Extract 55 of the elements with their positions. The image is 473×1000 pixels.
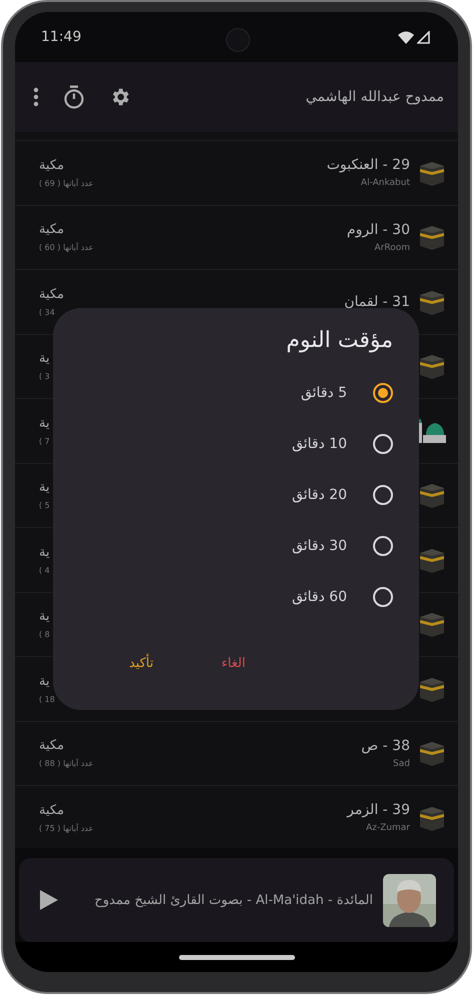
surah-title: 39 - الزمر [347, 802, 410, 818]
app-title: ممدوح عبدالله الهاشمي [306, 89, 444, 105]
signal-icon [417, 30, 430, 44]
surah-title: 30 - الروم [346, 222, 410, 238]
status-time: 11:49 [41, 29, 82, 45]
surah-name-latin: ArRoom [374, 242, 410, 253]
mosque-icon [416, 416, 446, 445]
more-icon[interactable] [33, 87, 39, 107]
verse-count: ( 8 [39, 630, 50, 640]
timer-option[interactable]: 20 دقائق [77, 469, 393, 520]
play-icon[interactable] [39, 889, 59, 911]
verse-count: عدد آياتها ( 75 ) [39, 824, 94, 833]
surah-type: مكية [39, 222, 64, 238]
surah-name-latin: Az-Zumar [366, 823, 410, 834]
surah-name-latin: Sad [393, 758, 410, 769]
now-playing-text: المائدة - Al-Ma'idah - بصوت القارئ الشيخ ممدوح [94, 892, 373, 908]
surah-type: مكية [39, 158, 64, 173]
surah-type: ية [39, 480, 50, 496]
timer-icon[interactable] [63, 85, 85, 109]
surah-type: ية [39, 416, 50, 431]
surah-title: 31 - لقمان [344, 294, 410, 310]
surah-title: 38 - ص [361, 738, 410, 754]
wifi-icon [398, 30, 414, 44]
cancel-button[interactable]: الغاء [218, 652, 250, 675]
surah-type: مكية [39, 286, 64, 302]
verse-count: ( 34 [39, 308, 55, 317]
verse-count: عدد آياتها ( 69 ) [39, 178, 94, 188]
camera-icon [226, 28, 250, 52]
surah-type: ية [39, 351, 50, 366]
timer-option[interactable]: 60 دقائق [77, 571, 393, 622]
home-indicator[interactable] [178, 954, 294, 960]
verse-count: ( 5 [39, 501, 50, 510]
verse-count: ( 3 [39, 372, 50, 382]
surah-type: ية [39, 609, 50, 624]
verse-count: عدد آياتها ( 60 ) [39, 243, 94, 252]
surah-title: 29 - العنكبوت [326, 157, 410, 174]
verse-count: عدد آياتها ( 88 ) [39, 759, 94, 768]
surah-type: ية [39, 674, 50, 689]
verse-count: ( 7 [39, 436, 50, 446]
kaaba-icon [418, 739, 446, 768]
kaaba-icon [418, 352, 446, 380]
surah-type: مكية [39, 802, 64, 818]
verse-count: ( 18 [39, 694, 55, 704]
timer-option[interactable]: 5 دقائق [77, 367, 393, 418]
timer-option[interactable]: 30 دقائق [77, 520, 393, 571]
verse-count: ( 4 [39, 566, 50, 575]
confirm-button[interactable]: تأكيد [125, 652, 158, 675]
kaaba-icon [418, 481, 446, 510]
kaaba-icon [418, 223, 446, 252]
surah-type: ية [39, 544, 50, 560]
kaaba-icon [418, 610, 446, 638]
surah-type: مكية [39, 738, 64, 754]
player-bar[interactable]: المائدة - Al-Ma'idah - بصوت القارئ الشيخ ممدوح [19, 858, 454, 942]
surah-name-latin: Al-Ankabut [360, 178, 410, 188]
timer-option[interactable]: 10 دقائق [77, 418, 393, 469]
